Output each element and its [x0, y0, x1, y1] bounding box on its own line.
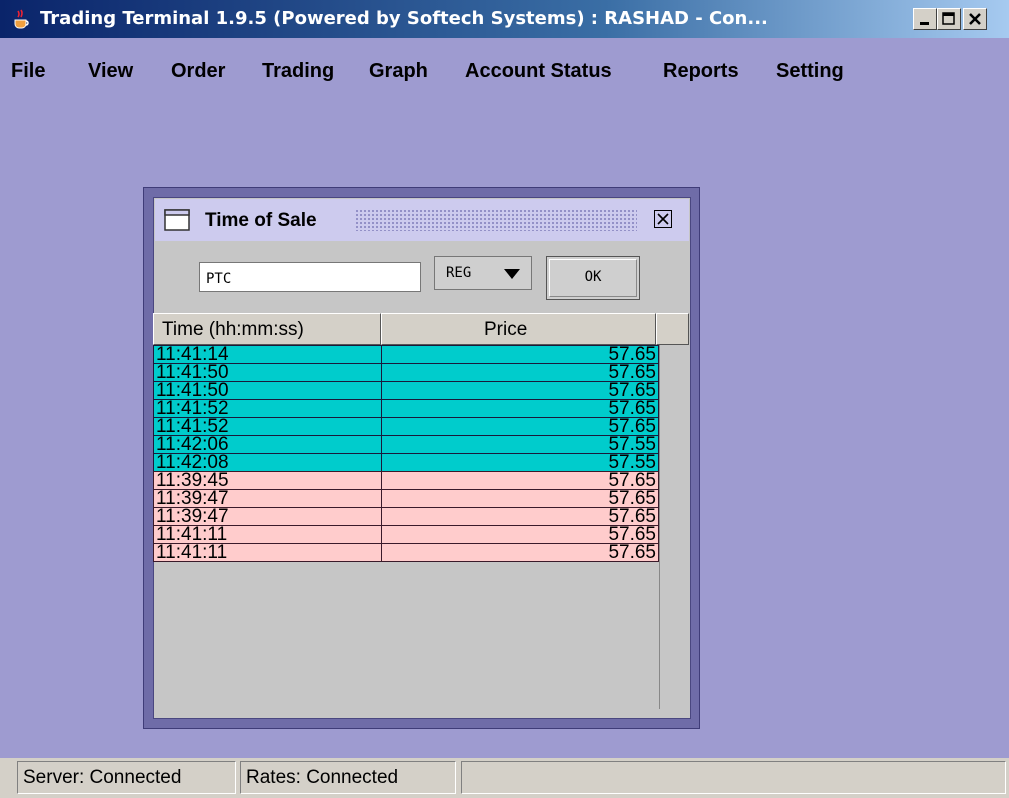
rates-status: Rates: Connected [240, 761, 456, 794]
java-cup-icon [14, 9, 29, 29]
dialog-close-button[interactable] [654, 210, 672, 228]
server-status: Server: Connected [17, 761, 236, 794]
time-cell: 11:41:50 [153, 381, 382, 400]
symbol-input[interactable]: PTC [199, 262, 421, 292]
close-icon [969, 13, 981, 25]
table-row[interactable]: 11:39:47 57.65 [153, 489, 659, 508]
minimize-icon [920, 22, 929, 25]
time-cell: 11:42:08 [153, 453, 382, 472]
minimize-button[interactable] [913, 8, 937, 30]
chevron-down-icon [504, 269, 520, 279]
table-row[interactable]: 11:41:52 57.65 [153, 399, 659, 418]
table-row[interactable]: 11:41:11 57.65 [153, 525, 659, 544]
price-cell: 57.65 [381, 525, 659, 544]
price-cell: 57.65 [381, 417, 659, 436]
price-cell: 57.65 [381, 399, 659, 418]
table-row[interactable]: 11:41:50 57.65 [153, 381, 659, 400]
price-cell: 57.65 [381, 543, 659, 562]
dialog-title: Time of Sale [205, 210, 317, 231]
price-cell: 57.65 [381, 507, 659, 526]
table-row[interactable]: 11:41:52 57.65 [153, 417, 659, 436]
price-cell: 57.55 [381, 435, 659, 454]
table-row[interactable]: 11:39:47 57.65 [153, 507, 659, 526]
market-select-value: REG [446, 265, 472, 281]
menu-setting[interactable]: Setting [776, 60, 844, 83]
column-header-corner [656, 313, 689, 345]
table-body: 11:41:14 57.65 11:41:50 57.65 11:41:50 57.65 1… [153, 345, 659, 562]
window-titlebar[interactable]: Trading Terminal 1.9.5 (Powered by Softe… [0, 0, 1009, 38]
menu-order[interactable]: Order [171, 60, 225, 83]
column-header-price[interactable]: Price [381, 313, 656, 345]
time-cell: 11:41:52 [153, 417, 382, 436]
time-cell: 11:39:47 [153, 489, 382, 508]
close-button[interactable] [963, 8, 987, 30]
table-row[interactable]: 11:41:50 57.65 [153, 363, 659, 382]
window-title: Trading Terminal 1.9.5 (Powered by Softe… [40, 8, 768, 29]
table-row[interactable]: 11:42:06 57.55 [153, 435, 659, 454]
time-cell: 11:39:45 [153, 471, 382, 490]
price-cell: 57.65 [381, 381, 659, 400]
status-bar: Server: Connected Rates: Connected [0, 758, 1009, 798]
status-message [461, 761, 1006, 794]
column-header-time[interactable]: Time (hh:mm:ss) [153, 313, 381, 345]
close-icon [657, 213, 669, 225]
ok-button-label: OK [584, 269, 602, 285]
table-row[interactable]: 11:42:08 57.55 [153, 453, 659, 472]
maximize-icon [942, 12, 955, 25]
table-row[interactable]: 11:41:11 57.65 [153, 543, 659, 562]
dialog-titlebar[interactable]: Time of Sale [155, 199, 689, 241]
menu-trading[interactable]: Trading [262, 60, 334, 83]
time-cell: 11:41:11 [153, 543, 382, 562]
menu-file[interactable]: File [11, 60, 45, 83]
maximize-button[interactable] [937, 8, 961, 30]
time-cell: 11:41:52 [153, 399, 382, 418]
time-cell: 11:41:50 [153, 363, 382, 382]
price-cell: 57.55 [381, 453, 659, 472]
vertical-scrollbar[interactable] [659, 345, 689, 709]
time-cell: 11:41:11 [153, 525, 382, 544]
market-select[interactable]: REG [434, 256, 532, 290]
table-row[interactable]: 11:39:45 57.65 [153, 471, 659, 490]
time-cell: 11:39:47 [153, 507, 382, 526]
price-cell: 57.65 [381, 489, 659, 508]
menu-graph[interactable]: Graph [369, 60, 428, 83]
titlebar-grip [355, 209, 637, 231]
menu-view[interactable]: View [88, 60, 133, 83]
window-icon [164, 209, 190, 231]
time-cell: 11:41:14 [153, 345, 382, 364]
price-cell: 57.65 [381, 345, 659, 364]
menu-account-status[interactable]: Account Status [465, 60, 612, 83]
menu-reports[interactable]: Reports [663, 60, 739, 83]
table-header: Time (hh:mm:ss) Price [153, 313, 689, 345]
price-cell: 57.65 [381, 471, 659, 490]
table-row[interactable]: 11:41:14 57.65 [153, 345, 659, 364]
menu-bar: File View Order Trading Graph Account St… [0, 38, 1009, 110]
ok-button[interactable]: OK [546, 256, 640, 300]
price-cell: 57.65 [381, 363, 659, 382]
time-of-sale-table: Time (hh:mm:ss) Price 11:41:14 57.65 11:41… [153, 313, 689, 709]
time-cell: 11:42:06 [153, 435, 382, 454]
